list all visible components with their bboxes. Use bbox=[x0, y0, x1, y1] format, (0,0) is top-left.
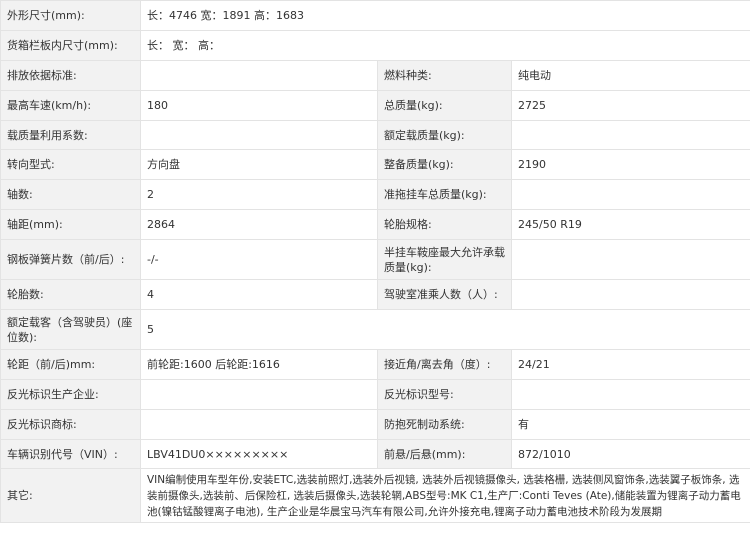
spec-row-track: 轮距（前/后)mm: 前轮距:1600 后轮距:1616 接近角/离去角（度）:… bbox=[0, 349, 750, 380]
tire-spec-label: 轮胎规格: bbox=[377, 209, 512, 240]
reflective-model-label: 反光标识型号: bbox=[377, 379, 512, 410]
spec-row-steering: 转向型式: 方向盘 整备质量(kg): 2190 bbox=[0, 149, 750, 180]
track-width-value: 前轮距:1600 后轮距:1616 bbox=[140, 349, 378, 380]
cargo-dimensions-label: 货箱栏板内尺寸(mm): bbox=[0, 30, 141, 61]
trailer-mass-label: 准拖挂车总质量(kg): bbox=[377, 179, 512, 210]
wheelbase-value: 2864 bbox=[140, 209, 378, 240]
reflective-model-value bbox=[510, 379, 750, 410]
gross-mass-value: 2725 bbox=[510, 90, 750, 121]
max-speed-label: 最高车速(km/h): bbox=[0, 90, 141, 121]
spec-row-emission-fuel: 排放依据标准: 燃料种类: 纯电动 bbox=[0, 60, 750, 91]
trailer-mass-value bbox=[510, 179, 750, 210]
reflective-brand-value bbox=[140, 409, 378, 440]
spec-row-speed-mass: 最高车速(km/h): 180 总质量(kg): 2725 bbox=[0, 90, 750, 121]
emission-standard-value bbox=[140, 60, 378, 91]
spec-row-load: 载质量利用系数: 额定载质量(kg): bbox=[0, 120, 750, 150]
rated-load-value bbox=[510, 120, 750, 150]
rated-load-label: 额定载质量(kg): bbox=[377, 120, 512, 150]
steering-type-label: 转向型式: bbox=[0, 149, 141, 180]
tire-spec-value: 245/50 R19 bbox=[510, 209, 750, 240]
dimensions-value: 长：4746 宽：1891 高：1683 bbox=[139, 0, 750, 31]
emission-standard-label: 排放依据标准: bbox=[0, 60, 141, 91]
other-notes-value: VIN编制使用车型年份,安装ETC,选装前照灯,选装外后视镜, 选装外后视镜摄像… bbox=[139, 468, 750, 523]
abs-value: 有 bbox=[510, 409, 750, 440]
abs-label: 防抱死制动系统: bbox=[377, 409, 512, 440]
rated-seats-label: 额定载客（含驾驶员）(座位数): bbox=[0, 309, 141, 350]
gross-mass-label: 总质量(kg): bbox=[377, 90, 512, 121]
fuel-type-value: 纯电动 bbox=[510, 60, 750, 91]
curb-mass-value: 2190 bbox=[510, 149, 750, 180]
reflective-maker-value bbox=[140, 379, 378, 410]
max-speed-value: 180 bbox=[140, 90, 378, 121]
tire-count-value: 4 bbox=[140, 279, 378, 310]
curb-mass-label: 整备质量(kg): bbox=[377, 149, 512, 180]
overhang-label: 前悬/后悬(mm): bbox=[377, 439, 512, 469]
spec-row-reflective: 反光标识生产企业: 反光标识型号: bbox=[0, 379, 750, 410]
cab-passengers-label: 驾驶室准乘人数（人）: bbox=[377, 279, 512, 310]
spec-row-wheelbase: 轴距(mm): 2864 轮胎规格: 245/50 R19 bbox=[0, 209, 750, 240]
other-notes-label: 其它: bbox=[0, 468, 141, 523]
fuel-type-label: 燃料种类: bbox=[377, 60, 512, 91]
dimensions-label: 外形尺寸(mm): bbox=[0, 0, 141, 31]
overhang-value: 872/1010 bbox=[510, 439, 750, 469]
load-utilization-label: 载质量利用系数: bbox=[0, 120, 141, 150]
vin-value: LBV41DU0××××××××× bbox=[140, 439, 378, 469]
axle-count-value: 2 bbox=[140, 179, 378, 210]
spec-row-dimensions: 外形尺寸(mm): 长：4746 宽：1891 高：1683 bbox=[0, 0, 750, 31]
approach-departure-value: 24/21 bbox=[510, 349, 750, 380]
leaf-springs-label: 钢板弹簧片数（前/后）: bbox=[0, 239, 141, 280]
spec-row-abs: 反光标识商标: 防抱死制动系统: 有 bbox=[0, 409, 750, 440]
approach-departure-label: 接近角/离去角（度）: bbox=[377, 349, 512, 380]
reflective-maker-label: 反光标识生产企业: bbox=[0, 379, 141, 410]
saddle-load-value bbox=[510, 239, 750, 280]
spec-row-springs: 钢板弹簧片数（前/后）: -/- 半挂车鞍座最大允许承载质量(kg): bbox=[0, 239, 750, 280]
reflective-brand-label: 反光标识商标: bbox=[0, 409, 141, 440]
spec-row-tires: 轮胎数: 4 驾驶室准乘人数（人）: bbox=[0, 279, 750, 310]
axle-count-label: 轴数: bbox=[0, 179, 141, 210]
leaf-springs-value: -/- bbox=[140, 239, 378, 280]
track-width-label: 轮距（前/后)mm: bbox=[0, 349, 141, 380]
tire-count-label: 轮胎数: bbox=[0, 279, 141, 310]
spec-row-axles: 轴数: 2 准拖挂车总质量(kg): bbox=[0, 179, 750, 210]
spec-row-seats: 额定载客（含驾驶员）(座位数): 5 bbox=[0, 309, 750, 350]
saddle-load-label: 半挂车鞍座最大允许承载质量(kg): bbox=[377, 239, 512, 280]
spec-row-other: 其它: VIN编制使用车型年份,安装ETC,选装前照灯,选装外后视镜, 选装外后… bbox=[0, 468, 750, 523]
spec-row-vin: 车辆识别代号（VIN）: LBV41DU0××××××××× 前悬/后悬(mm)… bbox=[0, 439, 750, 469]
vin-label: 车辆识别代号（VIN）: bbox=[0, 439, 141, 469]
cargo-dimensions-value: 长： 宽： 高： bbox=[139, 30, 750, 61]
vehicle-spec-table: 外形尺寸(mm): 长：4746 宽：1891 高：1683 货箱栏板内尺寸(m… bbox=[0, 0, 750, 523]
spec-row-cargo-dimensions: 货箱栏板内尺寸(mm): 长： 宽： 高： bbox=[0, 30, 750, 61]
steering-type-value: 方向盘 bbox=[140, 149, 378, 180]
rated-seats-value: 5 bbox=[139, 309, 750, 350]
cab-passengers-value bbox=[510, 279, 750, 310]
load-utilization-value bbox=[140, 120, 378, 150]
wheelbase-label: 轴距(mm): bbox=[0, 209, 141, 240]
